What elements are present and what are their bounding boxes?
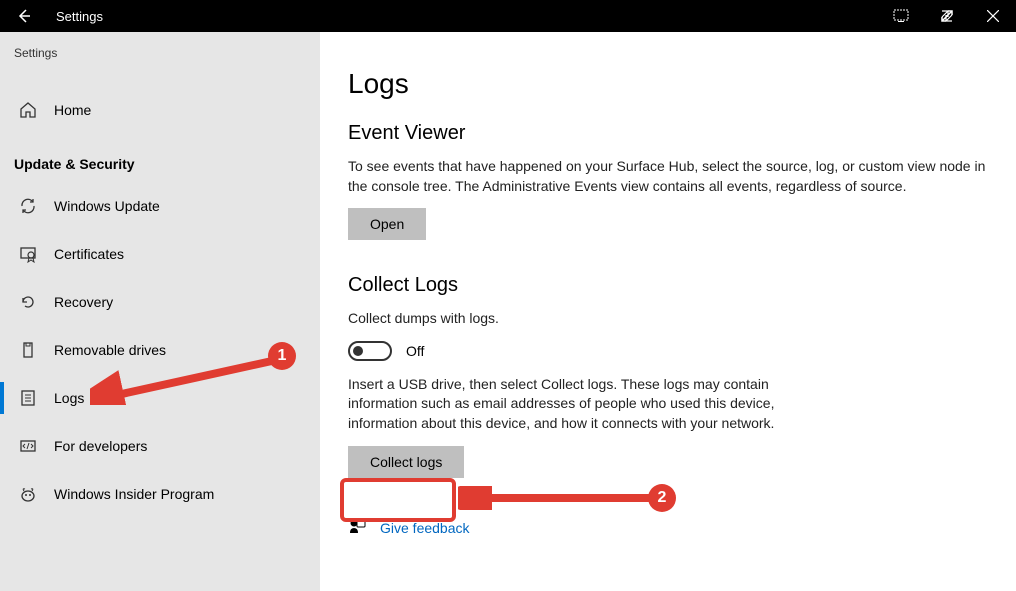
cast-icon bbox=[893, 9, 909, 23]
collect-logs-button[interactable]: Collect logs bbox=[348, 446, 464, 478]
sidebar-item-certificates[interactable]: Certificates bbox=[0, 230, 319, 278]
breadcrumb: Settings bbox=[0, 46, 319, 60]
event-viewer-heading: Event Viewer bbox=[348, 122, 992, 145]
feedback-icon bbox=[348, 518, 366, 539]
sidebar-item-for-developers[interactable]: For developers bbox=[0, 422, 319, 470]
sidebar-item-label: For developers bbox=[54, 438, 147, 454]
dumps-toggle[interactable] bbox=[348, 341, 392, 361]
close-button[interactable] bbox=[970, 0, 1016, 32]
recovery-icon bbox=[18, 293, 38, 311]
main-content: Logs Event Viewer To see events that hav… bbox=[320, 32, 1016, 591]
sync-icon bbox=[18, 197, 38, 215]
certificate-icon bbox=[18, 245, 38, 263]
sidebar: Settings Home Update & Security Windows … bbox=[0, 32, 320, 591]
sidebar-item-label: Home bbox=[54, 102, 91, 118]
sidebar-item-recovery[interactable]: Recovery bbox=[0, 278, 319, 326]
sidebar-item-windows-update[interactable]: Windows Update bbox=[0, 182, 319, 230]
developers-icon bbox=[18, 437, 38, 455]
back-button[interactable] bbox=[10, 8, 38, 24]
usb-icon bbox=[18, 341, 38, 359]
event-viewer-body: To see events that have happened on your… bbox=[348, 157, 988, 196]
sidebar-item-removable-drives[interactable]: Removable drives bbox=[0, 326, 319, 374]
sidebar-item-label: Windows Insider Program bbox=[54, 486, 214, 502]
collect-logs-body: Insert a USB drive, then select Collect … bbox=[348, 375, 778, 434]
home-icon bbox=[18, 101, 38, 119]
insider-icon bbox=[18, 485, 38, 503]
arrow-left-icon bbox=[16, 8, 32, 24]
sidebar-item-label: Certificates bbox=[54, 246, 124, 262]
window-title: Settings bbox=[56, 9, 103, 24]
maximize-button[interactable] bbox=[924, 0, 970, 32]
sidebar-item-label: Windows Update bbox=[54, 198, 160, 214]
logs-icon bbox=[18, 389, 38, 407]
feedback-label: Give feedback bbox=[380, 520, 470, 536]
sidebar-item-home[interactable]: Home bbox=[0, 86, 319, 134]
titlebar: Settings bbox=[0, 0, 1016, 32]
sidebar-item-label: Removable drives bbox=[54, 342, 166, 358]
toggle-state-label: Off bbox=[406, 343, 424, 359]
sidebar-section-title: Update & Security bbox=[0, 134, 319, 182]
sidebar-item-windows-insider[interactable]: Windows Insider Program bbox=[0, 470, 319, 518]
close-icon bbox=[987, 10, 999, 22]
sidebar-item-label: Recovery bbox=[54, 294, 113, 310]
sidebar-item-logs[interactable]: Logs bbox=[0, 374, 319, 422]
collect-dumps-label: Collect dumps with logs. bbox=[348, 309, 992, 329]
cast-button[interactable] bbox=[878, 0, 924, 32]
collect-logs-heading: Collect Logs bbox=[348, 274, 992, 297]
maximize-icon bbox=[940, 9, 954, 23]
open-button[interactable]: Open bbox=[348, 208, 426, 240]
give-feedback-link[interactable]: Give feedback bbox=[348, 518, 992, 539]
sidebar-item-label: Logs bbox=[54, 390, 84, 406]
page-title: Logs bbox=[348, 68, 992, 100]
